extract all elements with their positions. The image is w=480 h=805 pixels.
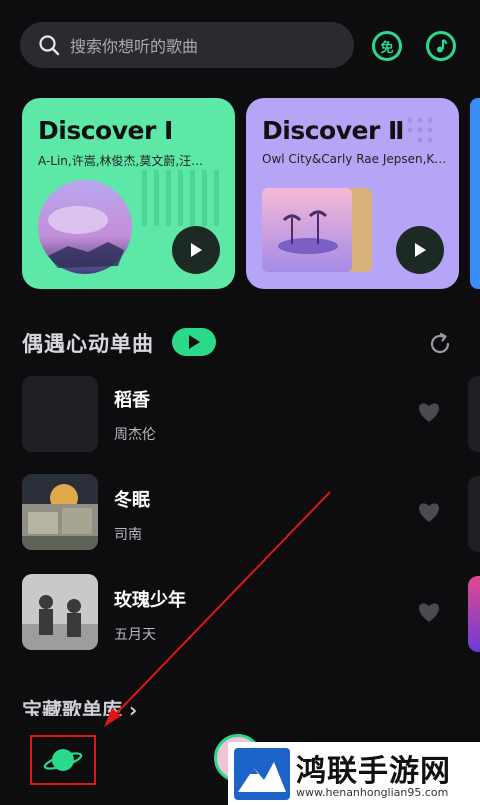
- watermark-badge: 鸿联手游网 www.henanhonglian95.com: [228, 742, 480, 805]
- watermark-url: www.henanhonglian95.com: [296, 786, 449, 799]
- annotation-arrow: [104, 491, 331, 727]
- watermark-brand: 鸿联手游网: [296, 754, 451, 789]
- watermark-logo: [234, 748, 290, 800]
